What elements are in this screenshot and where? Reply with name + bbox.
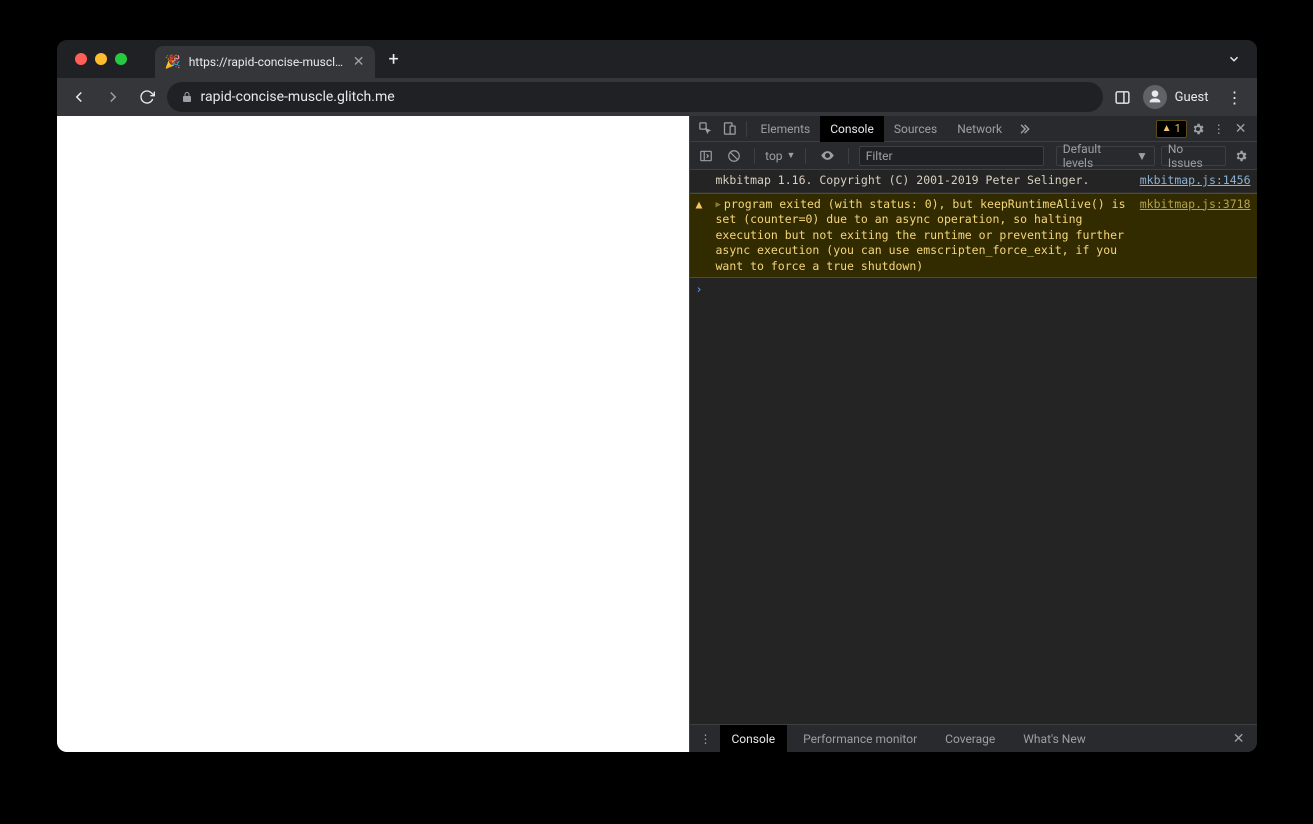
tab-title: https://rapid-concise-muscle.g xyxy=(189,55,345,69)
browser-window: 🎉 https://rapid-concise-muscle.g ✕ + rap… xyxy=(57,40,1257,752)
devtools-close-button[interactable]: ✕ xyxy=(1229,121,1253,137)
page-viewport[interactable] xyxy=(57,116,689,752)
log-levels-label: Default levels xyxy=(1063,142,1132,170)
fullscreen-window-button[interactable] xyxy=(115,53,127,65)
tabs-dropdown-button[interactable] xyxy=(1227,52,1241,66)
new-tab-button[interactable]: + xyxy=(389,49,399,70)
issues-button[interactable]: No Issues xyxy=(1161,146,1227,166)
tab-sources[interactable]: Sources xyxy=(884,116,947,142)
execution-context-label: top xyxy=(765,149,782,163)
console-settings-button[interactable] xyxy=(1232,149,1250,163)
log-levels-selector[interactable]: Default levels ▼ xyxy=(1056,146,1155,166)
profile-label: Guest xyxy=(1175,90,1209,105)
prompt-caret-icon: › xyxy=(696,282,710,296)
warning-icon: ▲ xyxy=(1162,123,1172,134)
console-output: mkbitmap 1.16. Copyright (C) 2001-2019 P… xyxy=(690,170,1257,724)
filter-placeholder: Filter xyxy=(866,149,893,163)
drawer-tab-performance-monitor[interactable]: Performance monitor xyxy=(791,725,929,753)
tab-elements[interactable]: Elements xyxy=(751,116,821,142)
tab-network[interactable]: Network xyxy=(947,116,1012,142)
devtools-tabbar: Elements Console Sources Network ▲ 1 ⋮ ✕ xyxy=(690,116,1257,142)
console-log-row: mkbitmap 1.16. Copyright (C) 2001-2019 P… xyxy=(690,170,1257,193)
drawer-tab-coverage[interactable]: Coverage xyxy=(933,725,1007,753)
clear-console-button[interactable] xyxy=(723,145,744,167)
close-window-button[interactable] xyxy=(75,53,87,65)
devtools-drawer: ⋮ Console Performance monitor Coverage W… xyxy=(690,724,1257,752)
back-button[interactable] xyxy=(65,83,93,111)
minimize-window-button[interactable] xyxy=(95,53,107,65)
console-source-link[interactable]: mkbitmap.js:3718 xyxy=(1140,197,1251,211)
devtools-settings-button[interactable] xyxy=(1187,122,1209,136)
warnings-count: 1 xyxy=(1175,122,1181,135)
content-area: Elements Console Sources Network ▲ 1 ⋮ ✕ xyxy=(57,116,1257,752)
warning-icon: ▲ xyxy=(696,197,710,275)
drawer-tab-console[interactable]: Console xyxy=(720,725,788,753)
tab-close-button[interactable]: ✕ xyxy=(353,55,365,69)
console-toolbar: top ▼ Filter Default levels ▼ No Issues xyxy=(690,142,1257,170)
devtools-menu-button[interactable]: ⋮ xyxy=(1209,122,1229,136)
console-message: mkbitmap 1.16. Copyright (C) 2001-2019 P… xyxy=(716,173,1134,189)
chevron-down-icon: ▼ xyxy=(787,150,796,161)
address-bar[interactable]: rapid-concise-muscle.glitch.me xyxy=(167,82,1103,112)
chevron-down-icon: ▼ xyxy=(1136,149,1148,163)
lock-icon xyxy=(181,91,193,103)
avatar-icon xyxy=(1143,85,1167,109)
browser-toolbar: rapid-concise-muscle.glitch.me Guest ⋮ xyxy=(57,78,1257,116)
drawer-close-button[interactable]: ✕ xyxy=(1227,731,1251,747)
chrome-menu-button[interactable]: ⋮ xyxy=(1221,88,1249,107)
devtools-panel: Elements Console Sources Network ▲ 1 ⋮ ✕ xyxy=(689,116,1257,752)
address-bar-url: rapid-concise-muscle.glitch.me xyxy=(201,89,395,105)
drawer-menu-button[interactable]: ⋮ xyxy=(696,732,716,746)
window-controls xyxy=(65,53,137,65)
console-warning-row: ▲ ▶program exited (with status: 0), but … xyxy=(690,193,1257,279)
more-tabs-button[interactable] xyxy=(1012,117,1036,141)
forward-button[interactable] xyxy=(99,83,127,111)
console-source-link[interactable]: mkbitmap.js:1456 xyxy=(1140,173,1251,187)
drawer-tab-whats-new[interactable]: What's New xyxy=(1011,725,1097,753)
tab-console[interactable]: Console xyxy=(820,116,884,142)
console-prompt[interactable]: › xyxy=(690,278,1257,300)
reload-button[interactable] xyxy=(133,83,161,111)
inspect-element-button[interactable] xyxy=(694,117,718,141)
browser-tab[interactable]: 🎉 https://rapid-concise-muscle.g ✕ xyxy=(155,46,375,78)
disclosure-triangle-icon[interactable]: ▶ xyxy=(716,199,721,211)
device-toolbar-button[interactable] xyxy=(718,117,742,141)
tab-favicon: 🎉 xyxy=(165,55,181,70)
execution-context-selector[interactable]: top ▼ xyxy=(765,149,795,163)
live-expression-button[interactable] xyxy=(816,145,837,167)
console-message: ▶program exited (with status: 0), but ke… xyxy=(716,197,1134,275)
console-sidebar-toggle[interactable] xyxy=(696,145,717,167)
issues-label: No Issues xyxy=(1168,142,1220,170)
console-filter-input[interactable]: Filter xyxy=(859,146,1044,166)
warnings-chip[interactable]: ▲ 1 xyxy=(1156,120,1187,138)
side-panel-button[interactable] xyxy=(1109,83,1137,111)
profile-button[interactable]: Guest xyxy=(1143,83,1215,111)
tab-strip: 🎉 https://rapid-concise-muscle.g ✕ + xyxy=(57,40,1257,78)
